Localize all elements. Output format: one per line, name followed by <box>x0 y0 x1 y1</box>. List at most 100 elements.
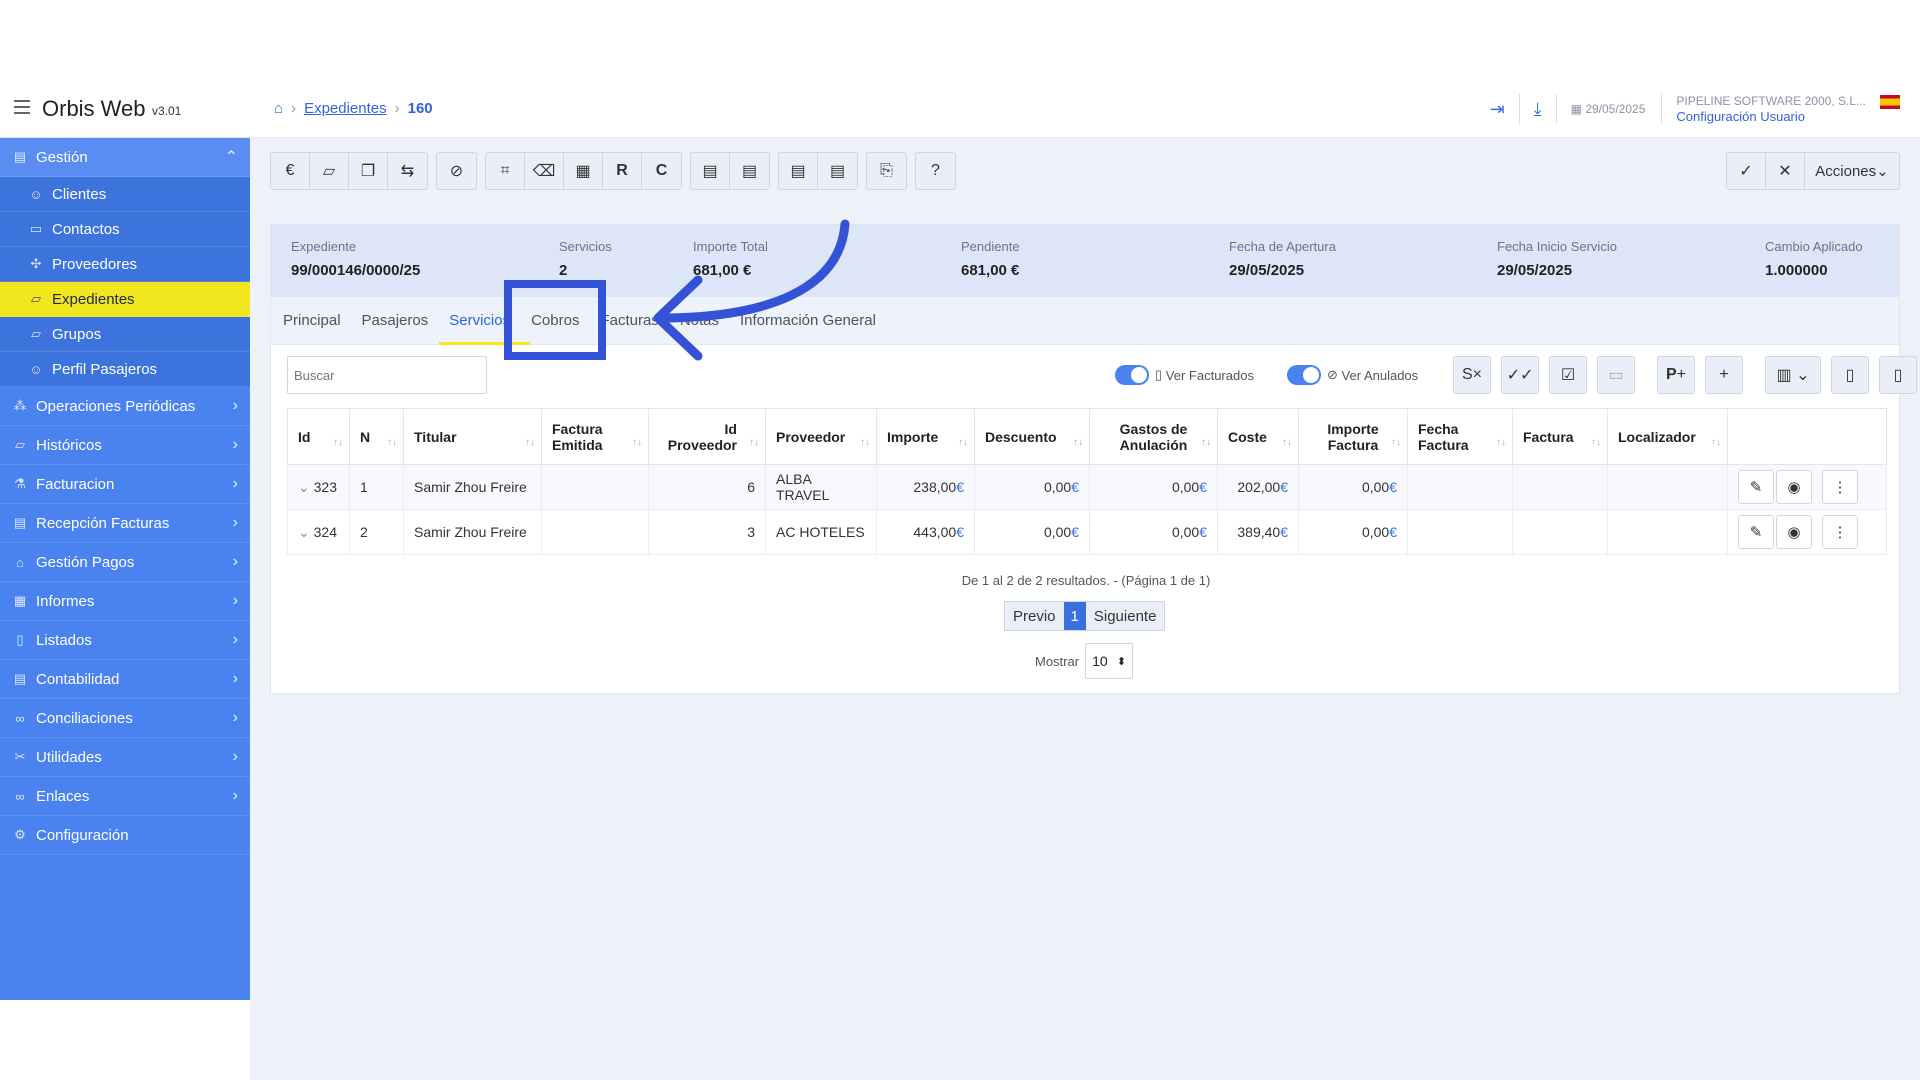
col-gastos-anulacion[interactable]: Gastos de Anulación ↑↓ <box>1089 408 1218 465</box>
table-row[interactable]: ⌄ 324 2 Samir Zhou Freire 3 AC HOTELES 4… <box>287 509 1887 555</box>
toggle-switch[interactable] <box>1287 365 1321 385</box>
col-importe-factura[interactable]: Importe Factura ↑↓ <box>1298 408 1408 465</box>
more-vertical-icon: ⋮ <box>1832 479 1848 496</box>
sidebar-item-gestion-pagos[interactable]: ⌂ Gestión Pagos › <box>0 543 250 582</box>
breadcrumb-link-expedientes[interactable]: Expedientes <box>304 100 387 117</box>
col-coste[interactable]: Coste ↑↓ <box>1217 408 1299 465</box>
sidebar-item-recepcion-facturas[interactable]: ▤ Recepción Facturas › <box>0 504 250 543</box>
crop-button[interactable]: ⌗ <box>486 153 525 189</box>
r-button[interactable]: R <box>603 153 642 189</box>
tasks-button[interactable]: ☑ <box>1549 356 1587 394</box>
toolbar-group: ? <box>915 152 956 190</box>
delete-button[interactable]: ⌫ <box>525 153 564 189</box>
home-icon[interactable]: ⌂ <box>274 100 283 117</box>
sidebar-item-listados[interactable]: ▯ Listados › <box>0 621 250 660</box>
c-button[interactable]: C <box>642 153 681 189</box>
calendar-button[interactable]: ▦ <box>564 153 603 189</box>
confirm-button[interactable]: ✓ <box>1727 153 1766 189</box>
cell-factura-emitida <box>541 464 649 510</box>
sidebar-item-informes[interactable]: ▦ Informes › <box>0 582 250 621</box>
chevron-down-icon[interactable]: ⌄ <box>298 479 310 495</box>
cell-id[interactable]: ⌄ 323 <box>287 464 350 510</box>
add-invoice-button[interactable]: ▤ <box>779 153 818 189</box>
table-row[interactable]: ⌄ 323 1 Samir Zhou Freire 6 ALBA TRAVEL … <box>287 464 1887 510</box>
header-date[interactable]: ▦ 29/05/2025 <box>1571 102 1646 116</box>
spain-flag-icon[interactable] <box>1880 95 1900 109</box>
download-icon[interactable]: ⤓ <box>1534 99 1542 120</box>
sidebar-item-operaciones-periodicas[interactable]: ⁂ Operaciones Periódicas › <box>0 387 250 426</box>
edit-button[interactable]: ✎ <box>1738 515 1774 549</box>
col-importe[interactable]: Importe ↑↓ <box>876 408 975 465</box>
chevron-down-icon[interactable]: ⌄ <box>298 524 310 540</box>
toggle-switch[interactable] <box>1115 365 1149 385</box>
close-button[interactable]: ✕ <box>1766 153 1805 189</box>
sidebar-item-contabilidad[interactable]: ▤ Contabilidad › <box>0 660 250 699</box>
export-pdf-button[interactable]: ▯ <box>1879 356 1917 394</box>
login-icon[interactable]: ⇥ <box>1490 99 1505 120</box>
page-1-button[interactable]: 1 <box>1063 602 1086 630</box>
page-size-select[interactable]: 10 <box>1085 643 1134 679</box>
col-proveedor[interactable]: Proveedor ↑↓ <box>765 408 877 465</box>
add-button[interactable]: + <box>1705 356 1743 394</box>
sidebar-item-clientes[interactable]: ☺ Clientes <box>0 177 250 212</box>
col-fecha-factura[interactable]: Fecha Factura ↑↓ <box>1407 408 1513 465</box>
app-version: v3.01 <box>152 104 182 118</box>
tab-principal[interactable]: Principal <box>283 297 341 345</box>
next-page-button[interactable]: Siguiente <box>1086 602 1165 630</box>
help-button[interactable]: ? <box>916 153 955 189</box>
sidebar-item-expedientes[interactable]: ▱ Expedientes <box>0 282 260 317</box>
sidebar-item-configuracion[interactable]: ⚙ Configuración <box>0 816 250 855</box>
tab-pasajeros[interactable]: Pasajeros <box>362 297 429 345</box>
columns-dropdown[interactable]: ▥ ⌄ <box>1765 356 1821 394</box>
sidebar-item-enlaces[interactable]: ∞ Enlaces › <box>0 777 250 816</box>
tab-servicios[interactable]: Servicios <box>439 297 530 345</box>
col-localizador[interactable]: Localizador ↑↓ <box>1607 408 1728 465</box>
euro-button[interactable]: € <box>271 153 310 189</box>
cell-descuento: 0,00€ <box>974 464 1090 510</box>
more-button[interactable]: ⋮ <box>1822 515 1858 549</box>
col-id-proveedor[interactable]: Id Proveedor ↑↓ <box>648 408 766 465</box>
invoice-settings-button[interactable]: ▤ <box>691 153 730 189</box>
add-p-button[interactable]: P+ <box>1657 356 1695 394</box>
attach-button[interactable]: ⎘ <box>867 153 906 189</box>
card-button[interactable]: ▭ <box>1597 356 1635 394</box>
ver-anulados-toggle[interactable]: ⊘ Ver Anulados <box>1287 365 1418 385</box>
edit-button[interactable]: ✎ <box>1738 470 1774 504</box>
remove-s-button[interactable]: S× <box>1453 356 1491 394</box>
prev-page-button[interactable]: Previo <box>1005 602 1064 630</box>
sidebar-item-utilidades[interactable]: ✂ Utilidades › <box>0 738 250 777</box>
sidebar-item-facturacion[interactable]: ⚗ Facturacion › <box>0 465 250 504</box>
chevron-right-icon: › <box>232 748 238 765</box>
copy-button[interactable]: ❐ <box>349 153 388 189</box>
col-factura-emitida[interactable]: Factura Emitida ↑↓ <box>541 408 649 465</box>
col-titular[interactable]: Titular ↑↓ <box>403 408 542 465</box>
invoice-list-button[interactable]: ▤ <box>818 153 857 189</box>
cancel-button[interactable]: ⊘ <box>437 153 476 189</box>
view-button[interactable]: ◉ <box>1776 470 1812 504</box>
export-excel-button[interactable]: ▯ <box>1831 356 1869 394</box>
sidebar-item-gestion[interactable]: ▤ Gestión ⌃ <box>0 138 250 177</box>
ver-facturados-toggle[interactable]: ▯ Ver Facturados <box>1115 365 1254 385</box>
col-factura[interactable]: Factura ↑↓ <box>1512 408 1608 465</box>
sidebar: ▤ Gestión ⌃ ☺ Clientes ▭ Contactos ✣ Proveedo… <box>0 138 260 1000</box>
col-n[interactable]: N ↑↓ <box>349 408 404 465</box>
more-button[interactable]: ⋮ <box>1822 470 1858 504</box>
sidebar-item-conciliaciones[interactable]: ∞ Conciliaciones › <box>0 699 250 738</box>
acciones-dropdown[interactable]: Acciones ⌄ <box>1805 153 1899 189</box>
sidebar-item-grupos[interactable]: ▱ Grupos <box>0 317 250 352</box>
transfer-button[interactable]: ⇆ <box>388 153 427 189</box>
col-descuento[interactable]: Descuento ↑↓ <box>974 408 1090 465</box>
cell-id[interactable]: ⌄ 324 <box>287 509 350 555</box>
config-user-link[interactable]: Configuración Usuario <box>1676 109 1866 125</box>
sidebar-item-historicos[interactable]: ▱ Históricos › <box>0 426 250 465</box>
folder-button[interactable]: ▱ <box>310 153 349 189</box>
view-button[interactable]: ◉ <box>1776 515 1812 549</box>
search-input[interactable] <box>287 356 487 394</box>
sidebar-item-contactos[interactable]: ▭ Contactos <box>0 212 250 247</box>
hamburger-menu-icon[interactable] <box>14 100 30 114</box>
col-id[interactable]: Id ↑↓ <box>287 408 350 465</box>
double-check-button[interactable]: ✓✓ <box>1501 356 1539 394</box>
sidebar-item-perfil-pasajeros[interactable]: ☺ Perfil Pasajeros <box>0 352 250 387</box>
invoice-user-button[interactable]: ▤ <box>730 153 769 189</box>
sidebar-item-proveedores[interactable]: ✣ Proveedores <box>0 247 250 282</box>
